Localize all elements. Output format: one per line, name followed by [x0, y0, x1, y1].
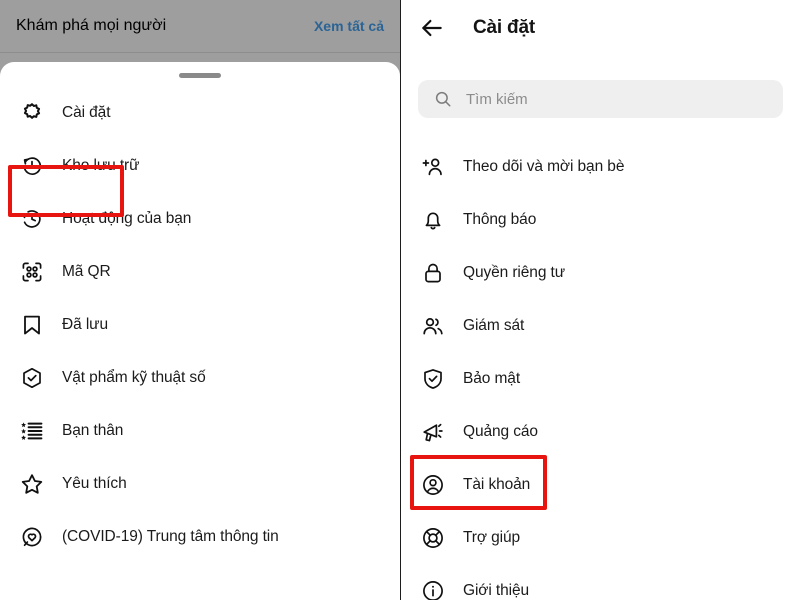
- search-input[interactable]: [466, 90, 716, 108]
- menu-item-label: Trợ giúp: [463, 528, 521, 546]
- menu-item-gioi-thieu[interactable]: Giới thiệu: [401, 564, 800, 600]
- menu-item-covid[interactable]: (COVID-19) Trung tâm thông tin: [0, 510, 400, 563]
- menu-item-quyen-rieng-tu[interactable]: Quyền riêng tư: [401, 246, 800, 299]
- menu-item-label: Cài đặt: [62, 103, 111, 121]
- lifebuoy-icon: [419, 524, 447, 552]
- qr-code-icon: [18, 258, 46, 286]
- back-arrow-icon[interactable]: [418, 14, 446, 42]
- menu-item-tai-khoan[interactable]: Tài khoản: [401, 458, 800, 511]
- star-icon: [18, 470, 46, 498]
- menu-item-label: Vật phẩm kỹ thuật số: [62, 368, 206, 386]
- screenshot-root: Khám phá mọi người Xem tất cả Cài đặt Kh…: [0, 0, 800, 600]
- menu-item-label: Tài khoản: [463, 475, 531, 493]
- menu-item-label: (COVID-19) Trung tâm thông tin: [62, 527, 279, 545]
- background-header-title: Khám phá mọi người: [16, 17, 167, 34]
- menu-item-thong-bao[interactable]: Thông báo: [401, 193, 800, 246]
- menu-item-theo-doi[interactable]: Theo dõi và mời bạn bè: [401, 140, 800, 193]
- right-panel: Cài đặt Tìm kiếm Theo dõi và mời bạn bè …: [400, 0, 800, 600]
- menu-item-label: Bảo mật: [463, 369, 521, 387]
- menu-item-label: Giới thiệu: [463, 581, 530, 599]
- bell-icon: [419, 206, 447, 234]
- background-header: Khám phá mọi người Xem tất cả: [0, 0, 400, 52]
- person-add-icon: [419, 153, 447, 181]
- hexagon-check-icon: [18, 364, 46, 392]
- bookmark-icon: [18, 311, 46, 339]
- menu-item-vat-pham[interactable]: Vật phẩm kỹ thuật số: [0, 351, 400, 404]
- settings-header: Cài đặt: [401, 0, 800, 55]
- shield-check-icon: [419, 365, 447, 393]
- search-icon: [434, 90, 452, 108]
- lock-icon: [419, 259, 447, 287]
- menu-item-ma-qr[interactable]: Mã QR: [0, 245, 400, 298]
- menu-item-tro-giup[interactable]: Trợ giúp: [401, 511, 800, 564]
- heart-circle-icon: [18, 523, 46, 551]
- menu-item-da-luu[interactable]: Đã lưu: [0, 298, 400, 351]
- menu-item-cai-dat[interactable]: Cài đặt: [0, 86, 400, 139]
- archive-clock-icon: [18, 152, 46, 180]
- bottom-sheet: Cài đặt Kho lưu trữ Hoạt động của bạn Mã…: [0, 62, 400, 600]
- star-list-icon: [18, 417, 46, 445]
- menu-item-label: Quyền riêng tư: [463, 263, 566, 281]
- menu-item-label: Quảng cáo: [463, 422, 538, 440]
- left-panel: Khám phá mọi người Xem tất cả Cài đặt Kh…: [0, 0, 400, 600]
- left-menu-list: Cài đặt Kho lưu trữ Hoạt động của bạn Mã…: [0, 86, 400, 563]
- menu-item-label: Theo dõi và mời bạn bè: [463, 157, 625, 175]
- menu-item-label: Giám sát: [463, 316, 525, 334]
- page-title: Cài đặt: [473, 16, 535, 38]
- menu-item-label: Bạn thân: [62, 421, 124, 439]
- settings-menu-list: Theo dõi và mời bạn bè Thông báo Quyền r…: [401, 140, 800, 600]
- menu-item-hoat-dong[interactable]: Hoạt động của bạn: [0, 192, 400, 245]
- sheet-drag-handle[interactable]: [179, 73, 221, 78]
- menu-item-label: Mã QR: [62, 262, 111, 280]
- menu-item-label: Thông báo: [463, 210, 537, 228]
- megaphone-icon: [419, 418, 447, 446]
- menu-item-label: Hoạt động của bạn: [62, 209, 192, 227]
- settings-gear-icon: [18, 99, 46, 127]
- menu-item-giam-sat[interactable]: Giám sát: [401, 299, 800, 352]
- search-bar[interactable]: [418, 80, 783, 118]
- activity-clock-icon: [18, 205, 46, 233]
- menu-item-label: Kho lưu trữ: [62, 156, 140, 174]
- menu-item-bao-mat[interactable]: Bảo mật: [401, 352, 800, 405]
- menu-item-quang-cao[interactable]: Quảng cáo: [401, 405, 800, 458]
- see-all-link[interactable]: Xem tất cả: [314, 18, 384, 34]
- info-circle-icon: [419, 577, 447, 600]
- menu-item-label: Yêu thích: [62, 474, 127, 492]
- menu-item-label: Đã lưu: [62, 315, 108, 333]
- account-circle-icon: [419, 471, 447, 499]
- menu-item-ban-than[interactable]: Bạn thân: [0, 404, 400, 457]
- people-icon: [419, 312, 447, 340]
- menu-item-yeu-thich[interactable]: Yêu thích: [0, 457, 400, 510]
- menu-item-kho-luu-tru[interactable]: Kho lưu trữ: [0, 139, 400, 192]
